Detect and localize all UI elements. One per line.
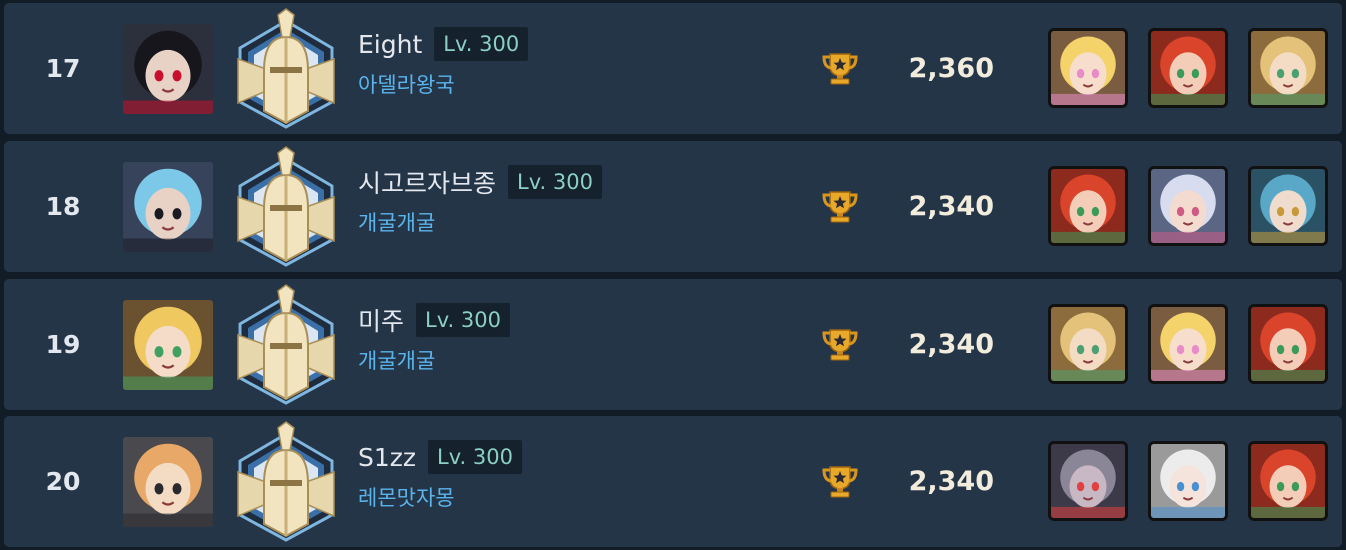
ranking-row[interactable]: 19 미주 Lv. 300 개굴개굴 2,340	[4, 279, 1342, 410]
guild-name[interactable]: 개굴개굴	[358, 345, 435, 375]
blonde-green-eyed-hero-icon[interactable]	[1048, 304, 1128, 384]
guild-name[interactable]: 아델라왕국	[358, 69, 455, 99]
grey-demon-hero-icon[interactable]	[1048, 441, 1128, 521]
silver-haired-hero-icon[interactable]	[1148, 166, 1228, 246]
player-name[interactable]: S1zz	[358, 443, 416, 472]
score-value: 2,340	[908, 466, 994, 497]
red-haired-hero-icon[interactable]	[1048, 166, 1128, 246]
hero-lineup	[1048, 304, 1328, 384]
player-name-line: Eight Lv. 300	[358, 26, 529, 62]
rank-number: 18	[45, 192, 81, 221]
ranking-list: 17 Eight Lv. 300 아델라왕국 2,360 18 시고르자브종 L…	[0, 0, 1346, 550]
knight-helmet-badge-icon	[228, 283, 344, 407]
blonde-pink-eyed-hero-icon[interactable]	[1048, 28, 1128, 108]
ginger-hooded-boy-avatar[interactable]	[123, 437, 213, 527]
level-badge: Lv. 300	[508, 165, 602, 199]
player-name-line: 미주 Lv. 300	[358, 302, 510, 338]
teal-haired-hero-icon[interactable]	[1248, 166, 1328, 246]
level-badge: Lv. 300	[428, 440, 522, 474]
knight-helmet-badge-icon	[228, 145, 344, 269]
player-name[interactable]: Eight	[358, 30, 422, 59]
score-value: 2,340	[908, 191, 994, 222]
score-value: 2,340	[908, 329, 994, 360]
player-name[interactable]: 미주	[358, 302, 404, 338]
level-badge: Lv. 300	[416, 303, 510, 337]
hero-lineup	[1048, 441, 1328, 521]
trophy-icon	[820, 324, 860, 364]
blue-haired-sunglasses-avatar[interactable]	[123, 162, 213, 252]
score-value: 2,360	[908, 53, 994, 84]
rank-number: 19	[45, 330, 81, 359]
trophy-icon	[820, 461, 860, 501]
red-haired-hero-icon[interactable]	[1248, 304, 1328, 384]
knight-helmet-badge-icon	[228, 420, 344, 544]
ranking-row[interactable]: 18 시고르자브종 Lv. 300 개굴개굴 2,340	[4, 141, 1342, 272]
blonde-green-eyed-hero-icon[interactable]	[1248, 28, 1328, 108]
player-name-line: 시고르자브종 Lv. 300	[358, 164, 602, 200]
knight-helmet-badge-icon	[228, 7, 344, 131]
guild-name[interactable]: 개굴개굴	[358, 207, 435, 237]
ranking-row[interactable]: 17 Eight Lv. 300 아델라왕국 2,360	[4, 3, 1342, 134]
level-badge: Lv. 300	[434, 27, 529, 61]
blonde-pink-eyed-hero-icon[interactable]	[1148, 304, 1228, 384]
guild-name[interactable]: 레몬맛자몽	[358, 482, 455, 512]
rank-number: 20	[45, 467, 81, 496]
player-name[interactable]: 시고르자브종	[358, 164, 496, 200]
player-name-line: S1zz Lv. 300	[358, 439, 522, 475]
ranking-row[interactable]: 20 S1zz Lv. 300 레몬맛자몽 2,340	[4, 416, 1342, 547]
red-haired-hero-icon[interactable]	[1148, 28, 1228, 108]
trophy-icon	[820, 186, 860, 226]
red-haired-hero-icon[interactable]	[1248, 441, 1328, 521]
white-haired-hero-icon[interactable]	[1148, 441, 1228, 521]
trophy-icon	[820, 48, 860, 88]
dark-haired-girl-avatar[interactable]	[123, 24, 213, 114]
hero-lineup	[1048, 166, 1328, 246]
hero-lineup	[1048, 28, 1328, 108]
rank-number: 17	[45, 54, 81, 83]
blonde-cat-ear-avatar[interactable]	[123, 300, 213, 390]
